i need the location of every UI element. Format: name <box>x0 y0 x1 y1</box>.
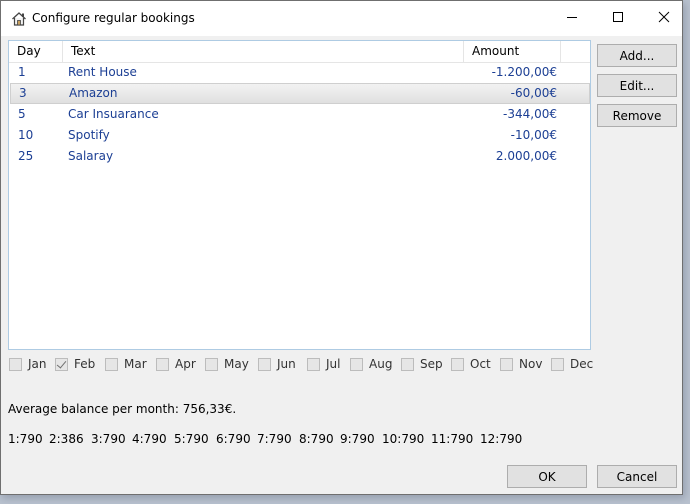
table-row[interactable]: 25 Salaray 2.000,00€ <box>9 146 590 167</box>
title-bar[interactable]: Configure regular bookings <box>1 1 682 36</box>
month-label: Dec <box>570 357 594 371</box>
month-may[interactable]: May <box>205 356 249 372</box>
month-sep[interactable]: Sep <box>401 356 443 372</box>
month-balance: 6:790 <box>216 432 251 446</box>
month-label: Jul <box>326 357 341 371</box>
month-nov[interactable]: Nov <box>500 356 542 372</box>
month-balance: 2:386 <box>49 432 84 446</box>
minimize-button[interactable] <box>549 1 595 36</box>
month-jun[interactable]: Jun <box>258 356 296 372</box>
close-icon <box>658 11 670 26</box>
cell-day: 1 <box>18 65 26 79</box>
month-label: Mar <box>124 357 147 371</box>
cell-amount: -1.200,00€ <box>491 65 557 79</box>
maximize-button[interactable] <box>595 1 641 36</box>
month-balance: 10:790 <box>382 432 425 446</box>
month-aug[interactable]: Aug <box>350 356 392 372</box>
month-label: Nov <box>519 357 543 371</box>
checkbox[interactable] <box>350 357 363 371</box>
checkbox[interactable] <box>258 357 271 371</box>
add-button[interactable]: Add... <box>597 44 677 67</box>
checkbox[interactable] <box>401 357 414 371</box>
checkbox[interactable] <box>205 357 218 371</box>
month-mar[interactable]: Mar <box>105 356 147 372</box>
table-row[interactable]: 1 Rent House -1.200,00€ <box>9 62 590 83</box>
home-icon <box>11 11 27 27</box>
month-checkboxes: Jan Feb Mar Apr May Jun Jul Aug Sep Oct … <box>9 356 609 372</box>
month-balance: 12:790 <box>480 432 523 446</box>
month-dec[interactable]: Dec <box>551 356 593 372</box>
month-balance: 1:790 <box>8 432 43 446</box>
month-jan[interactable]: Jan <box>9 356 47 372</box>
checkbox[interactable] <box>105 357 118 371</box>
month-balance: 4:790 <box>132 432 167 446</box>
cell-day: 3 <box>19 86 27 100</box>
month-balance: 7:790 <box>257 432 292 446</box>
cell-text: Salaray <box>68 149 114 163</box>
month-balance: 5:790 <box>174 432 209 446</box>
month-apr[interactable]: Apr <box>156 356 196 372</box>
minimize-icon <box>566 11 578 26</box>
month-label: Jun <box>277 357 296 371</box>
month-label: Sep <box>420 357 443 371</box>
checkbox[interactable] <box>451 357 464 371</box>
month-balance: 9:790 <box>340 432 375 446</box>
checkbox-checked[interactable] <box>55 357 68 371</box>
month-feb[interactable]: Feb <box>55 356 95 372</box>
month-balance: 11:790 <box>431 432 474 446</box>
column-header-text[interactable]: Text <box>63 41 464 62</box>
checkbox[interactable] <box>156 357 169 371</box>
month-label: Feb <box>74 357 96 371</box>
cell-day: 10 <box>18 128 34 142</box>
month-balance: 8:790 <box>299 432 334 446</box>
configure-bookings-dialog: Configure regular bookings Day Text Amou… <box>0 0 683 495</box>
cell-day: 25 <box>18 149 34 163</box>
cell-amount: -60,00€ <box>510 86 557 100</box>
month-jul[interactable]: Jul <box>307 356 340 372</box>
table-row-selected[interactable]: 3 Amazon -60,00€ <box>10 83 590 104</box>
column-header-filler <box>561 41 590 62</box>
table-row[interactable]: 5 Car Insuarance -344,00€ <box>9 104 590 125</box>
cell-day: 5 <box>18 107 26 121</box>
cell-amount: -10,00€ <box>510 128 557 142</box>
month-label: Aug <box>369 357 393 371</box>
cell-text: Rent House <box>68 65 137 79</box>
column-header-day[interactable]: Day <box>9 41 63 62</box>
average-balance-text: Average balance per month: 756,33€. <box>8 402 237 416</box>
month-label: Apr <box>175 357 196 371</box>
close-button[interactable] <box>641 1 687 36</box>
checkbox[interactable] <box>307 357 320 371</box>
month-balance: 3:790 <box>91 432 126 446</box>
checkbox[interactable] <box>9 357 22 371</box>
edit-button[interactable]: Edit... <box>597 74 677 97</box>
checkbox[interactable] <box>500 357 513 371</box>
cell-text: Spotify <box>68 128 110 142</box>
ok-button[interactable]: OK <box>507 465 587 488</box>
remove-button[interactable]: Remove <box>597 104 677 127</box>
month-label: Oct <box>470 357 491 371</box>
month-label: May <box>224 357 249 371</box>
column-header-amount[interactable]: Amount <box>464 41 561 62</box>
cell-amount: -344,00€ <box>503 107 557 121</box>
month-oct[interactable]: Oct <box>451 356 491 372</box>
month-label: Jan <box>28 357 47 371</box>
bookings-list[interactable]: Day Text Amount 1 Rent House -1.200,00€ … <box>8 40 591 350</box>
cell-text: Car Insuarance <box>68 107 159 121</box>
maximize-icon <box>612 11 624 26</box>
list-header: Day Text Amount <box>9 41 590 63</box>
cell-amount: 2.000,00€ <box>495 149 557 163</box>
cancel-button[interactable]: Cancel <box>597 465 677 488</box>
checkbox[interactable] <box>551 357 564 371</box>
window-title: Configure regular bookings <box>32 11 195 25</box>
cell-text: Amazon <box>69 86 118 100</box>
table-row[interactable]: 10 Spotify -10,00€ <box>9 125 590 146</box>
